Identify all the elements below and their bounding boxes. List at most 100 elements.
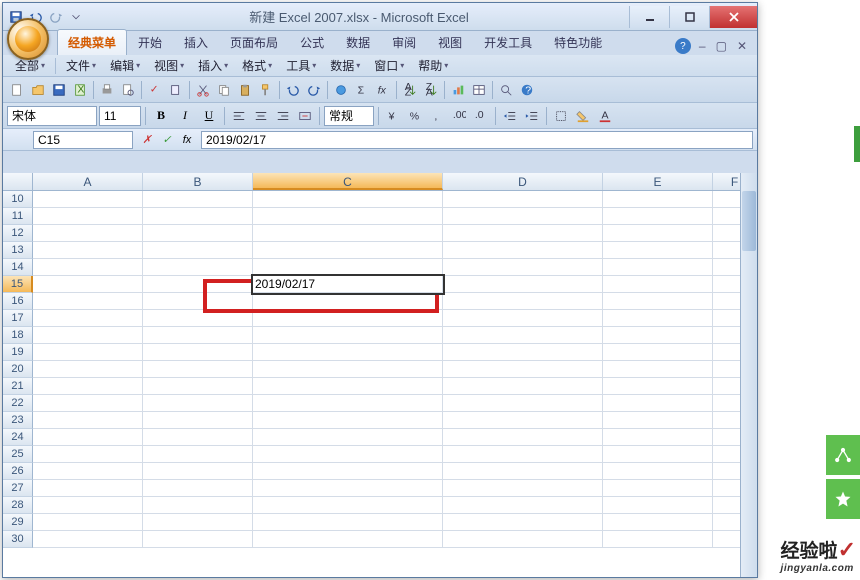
cell-C18[interactable] [253,327,443,344]
cell-C11[interactable] [253,208,443,225]
cell-E28[interactable] [603,497,713,514]
cell-C13[interactable] [253,242,443,259]
cell-E10[interactable] [603,191,713,208]
workbook-close-icon[interactable]: ✕ [735,37,749,55]
comma-icon[interactable]: , [427,106,447,126]
row-header-21[interactable]: 21 [3,378,33,395]
zoom-icon[interactable] [496,80,516,100]
menu-insert[interactable]: 插入▾ [192,55,234,76]
sum-icon[interactable]: Σ [352,80,372,100]
align-center-icon[interactable] [251,106,271,126]
tab-developer[interactable]: 开发工具 [473,29,543,55]
save-as-icon[interactable]: X [70,80,90,100]
cell-D14[interactable] [443,259,603,276]
tab-special[interactable]: 特色功能 [543,29,613,55]
cell-D11[interactable] [443,208,603,225]
cell-B22[interactable] [143,395,253,412]
cell-A10[interactable] [33,191,143,208]
cell-E12[interactable] [603,225,713,242]
cell-C14[interactable] [253,259,443,276]
currency-icon[interactable]: ¥ [383,106,403,126]
cell-B29[interactable] [143,514,253,531]
cell-B12[interactable] [143,225,253,242]
cell-D29[interactable] [443,514,603,531]
row-header-19[interactable]: 19 [3,344,33,361]
cell-A25[interactable] [33,446,143,463]
cell-C24[interactable] [253,429,443,446]
office-button[interactable] [7,18,49,60]
star-badge-icon[interactable] [826,479,860,519]
bold-button[interactable]: B [150,106,172,126]
row-header-16[interactable]: 16 [3,293,33,310]
cell-C16[interactable] [253,293,443,310]
cell-E18[interactable] [603,327,713,344]
maximize-button[interactable] [669,6,709,28]
redo-icon[interactable] [304,80,324,100]
merge-cells-icon[interactable] [295,106,315,126]
cell-C27[interactable] [253,480,443,497]
cell-C28[interactable] [253,497,443,514]
cell-A26[interactable] [33,463,143,480]
research-icon[interactable] [166,80,186,100]
cell-A20[interactable] [33,361,143,378]
tab-review[interactable]: 审阅 [381,29,427,55]
cell-A16[interactable] [33,293,143,310]
cell-C25[interactable] [253,446,443,463]
save-icon[interactable] [49,80,69,100]
cell-D30[interactable] [443,531,603,548]
italic-button[interactable]: I [174,106,196,126]
cell-E24[interactable] [603,429,713,446]
tab-classic-menu[interactable]: 经典菜单 [57,29,127,55]
cell-B26[interactable] [143,463,253,480]
minimize-button[interactable] [629,6,669,28]
cell-A18[interactable] [33,327,143,344]
spelling-icon[interactable]: ✓ [145,80,165,100]
menu-edit[interactable]: 编辑▾ [104,55,146,76]
cell-E21[interactable] [603,378,713,395]
menu-data[interactable]: 数据▾ [324,55,366,76]
cell-C17[interactable] [253,310,443,327]
menu-file[interactable]: 文件▾ [60,55,102,76]
redo-icon[interactable] [47,8,65,26]
vertical-scrollbar[interactable] [740,173,757,577]
cell-A22[interactable] [33,395,143,412]
column-header-D[interactable]: D [443,173,603,190]
increase-indent-icon[interactable] [522,106,542,126]
cell-C29[interactable] [253,514,443,531]
cell-E17[interactable] [603,310,713,327]
insert-function-icon[interactable]: fx [179,132,195,148]
row-header-23[interactable]: 23 [3,412,33,429]
cell-E25[interactable] [603,446,713,463]
column-header-B[interactable]: B [143,173,253,190]
cell-A24[interactable] [33,429,143,446]
cell-A21[interactable] [33,378,143,395]
qat-dropdown-icon[interactable] [67,8,85,26]
cell-B11[interactable] [143,208,253,225]
cell-A30[interactable] [33,531,143,548]
cell-C20[interactable] [253,361,443,378]
cell-D25[interactable] [443,446,603,463]
decrease-indent-icon[interactable] [500,106,520,126]
menu-help[interactable]: 帮助▾ [412,55,454,76]
cell-C21[interactable] [253,378,443,395]
cell-B19[interactable] [143,344,253,361]
paste-icon[interactable] [235,80,255,100]
select-all-corner[interactable] [3,173,33,190]
hyperlink-icon[interactable] [331,80,351,100]
menu-view[interactable]: 视图▾ [148,55,190,76]
cell-B30[interactable] [143,531,253,548]
underline-button[interactable]: U [198,106,220,126]
cancel-edit-icon[interactable]: ✗ [139,132,155,148]
cell-A14[interactable] [33,259,143,276]
cell-C23[interactable] [253,412,443,429]
confirm-edit-icon[interactable]: ✓ [159,132,175,148]
decrease-decimal-icon[interactable]: .0 [471,106,491,126]
cell-B14[interactable] [143,259,253,276]
row-header-13[interactable]: 13 [3,242,33,259]
row-header-20[interactable]: 20 [3,361,33,378]
row-header-24[interactable]: 24 [3,429,33,446]
cell-D26[interactable] [443,463,603,480]
row-header-25[interactable]: 25 [3,446,33,463]
format-painter-icon[interactable] [256,80,276,100]
percent-icon[interactable]: % [405,106,425,126]
